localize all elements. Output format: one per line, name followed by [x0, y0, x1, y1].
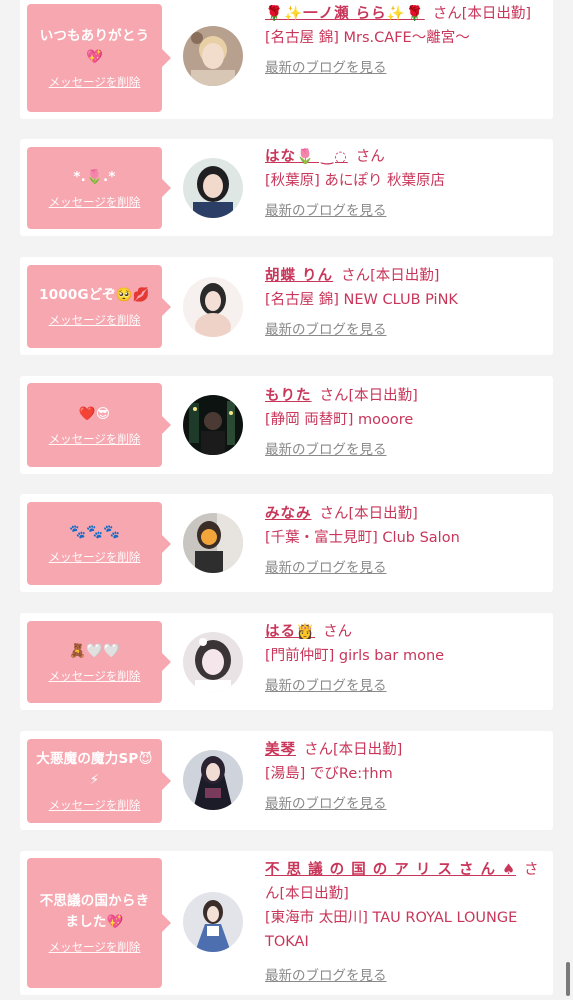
message-text: 不思議の国からきました💖 [39, 893, 150, 930]
cast-info: はな🌷 ‿◌ さん [秋葉原] あにぽり 秋葉原店 最新のブログを見る [265, 145, 550, 223]
delete-message-link[interactable]: メッセージを削除 [49, 194, 141, 210]
latest-blog-link[interactable]: 最新のブログを見る [265, 318, 550, 342]
shop-name: [湯島] でびRe:†hm [265, 766, 393, 782]
san-label: さん [304, 742, 333, 758]
message-text: 1000Gどぞ🥺💋 [39, 287, 150, 303]
avatar[interactable] [183, 277, 243, 337]
status-label: [本日出勤] [348, 506, 418, 522]
cast-info: 🌹✨一ノ瀬 らら✨🌹 さん[本日出勤] [名古屋 錦] Mrs.CAFE〜離宮〜 … [265, 2, 550, 80]
san-label: さん [323, 624, 353, 640]
avatar[interactable] [183, 892, 243, 952]
message-card: 不思議の国からきました💖 メッセージを削除 不 思 議 の 国 の ア リ ス … [20, 851, 553, 995]
latest-blog-link[interactable]: 最新のブログを見る [265, 199, 550, 223]
message-card: いつもありがとう💖 メッセージを削除 🌹✨一ノ瀬 らら✨🌹 さん[本日出勤] [名… [20, 0, 553, 119]
cast-name-link[interactable]: はな🌷 ‿◌ [265, 149, 348, 165]
avatar-photo-icon [183, 632, 243, 692]
status-label: [本日出勤] [279, 886, 349, 902]
avatar[interactable] [183, 513, 243, 573]
shop-name: [名古屋 錦] NEW CLUB PiNK [265, 292, 458, 308]
message-bubble: 大悪魔の魔力SP😈⚡ メッセージを削除 [27, 739, 171, 823]
delete-message-link[interactable]: メッセージを削除 [49, 797, 141, 813]
avatar-photo-icon [183, 892, 243, 952]
avatar[interactable] [183, 26, 243, 86]
shop-name: [東海市 太田川] TAU ROYAL LOUNGE TOKAI [265, 910, 518, 950]
message-bubble: ❤️😎 メッセージを削除 [27, 383, 171, 467]
san-label: さん [319, 388, 349, 404]
message-bubble: 不思議の国からきました💖 メッセージを削除 [27, 858, 171, 988]
message-text: 🧸🤍🤍 [68, 642, 121, 659]
message-card: ❤️😎 メッセージを削除 もりた さん[本日出勤] [静岡 両替町] mooore… [20, 376, 553, 474]
cast-name-link[interactable]: 胡蝶 りん [265, 268, 333, 284]
shop-name: [千葉・富士見町] Club Salon [265, 530, 460, 546]
san-label: さん [319, 506, 349, 522]
latest-blog-link[interactable]: 最新のブログを見る [265, 438, 550, 462]
cast-info: 不 思 議 の 国 の ア リ ス さ ん ♠ さん[本日出勤] [東海市 太田川… [265, 858, 550, 988]
shop-name: [静岡 両替町] mooore [265, 412, 414, 428]
avatar[interactable] [183, 632, 243, 692]
delete-message-link[interactable]: メッセージを削除 [49, 431, 141, 447]
message-card: 1000Gどぞ🥺💋 メッセージを削除 胡蝶 りん さん[本日出勤] [名古屋 錦]… [20, 257, 553, 355]
avatar-photo-icon [183, 395, 243, 455]
cast-info: もりた さん[本日出勤] [静岡 両替町] mooore 最新のブログを見る [265, 384, 550, 462]
cast-name-link[interactable]: 美琴 [265, 742, 296, 758]
status-label: [本日出勤] [348, 388, 418, 404]
latest-blog-link[interactable]: 最新のブログを見る [265, 56, 550, 80]
cast-name-link[interactable]: みなみ [265, 506, 312, 522]
avatar[interactable] [183, 395, 243, 455]
avatar[interactable] [183, 158, 243, 218]
message-bubble: いつもありがとう💖 メッセージを削除 [27, 4, 171, 112]
message-card: 🧸🤍🤍 メッセージを削除 はる👸 さん [門前仲町] girls bar mone… [20, 613, 553, 710]
message-text: 🐾🐾🐾 [68, 524, 121, 540]
cast-name-link[interactable]: もりた [265, 388, 312, 404]
san-label: さん [355, 149, 385, 165]
shop-name: [門前仲町] girls bar mone [265, 648, 445, 664]
avatar-photo-icon [183, 277, 243, 337]
latest-blog-link[interactable]: 最新のブログを見る [265, 674, 550, 698]
latest-blog-link[interactable]: 最新のブログを見る [265, 556, 550, 580]
message-text: *.🌷.* [73, 168, 116, 185]
message-card: 🐾🐾🐾 メッセージを削除 みなみ さん[本日出勤] [千葉・富士見町] Club … [20, 494, 553, 592]
cast-name-link[interactable]: はる👸 [265, 624, 315, 640]
message-bubble: 🧸🤍🤍 メッセージを削除 [27, 621, 171, 703]
scrollbar[interactable] [566, 962, 570, 996]
delete-message-link[interactable]: メッセージを削除 [49, 668, 141, 684]
message-text: ❤️😎 [78, 405, 111, 422]
delete-message-link[interactable]: メッセージを削除 [49, 312, 141, 328]
shop-name: [名古屋 錦] Mrs.CAFE〜離宮〜 [265, 30, 470, 46]
san-label: さん [432, 6, 462, 22]
avatar-photo-icon [183, 750, 243, 810]
latest-blog-link[interactable]: 最新のブログを見る [265, 964, 550, 988]
message-card: 大悪魔の魔力SP😈⚡ メッセージを削除 美琴 さん[本日出勤] [湯島] でびRe… [20, 731, 553, 830]
latest-blog-link[interactable]: 最新のブログを見る [265, 792, 550, 816]
status-label: [本日出勤] [333, 742, 403, 758]
cast-info: みなみ さん[本日出勤] [千葉・富士見町] Club Salon 最新のブログを… [265, 502, 550, 580]
message-text: 大悪魔の魔力SP😈⚡ [36, 751, 153, 788]
delete-message-link[interactable]: メッセージを削除 [49, 74, 141, 90]
message-text: いつもありがとう💖 [39, 28, 150, 65]
avatar[interactable] [183, 750, 243, 810]
cast-info: 胡蝶 りん さん[本日出勤] [名古屋 錦] NEW CLUB PiNK 最新のブ… [265, 264, 550, 342]
cast-info: 美琴 さん[本日出勤] [湯島] でびRe:†hm 最新のブログを見る [265, 738, 550, 816]
message-bubble: 1000Gどぞ🥺💋 メッセージを削除 [27, 265, 171, 348]
shop-name: [秋葉原] あにぽり 秋葉原店 [265, 173, 446, 189]
avatar-photo-icon [183, 513, 243, 573]
message-bubble: *.🌷.* メッセージを削除 [27, 147, 171, 229]
status-label: [本日出勤] [461, 6, 532, 22]
message-bubble: 🐾🐾🐾 メッセージを削除 [27, 502, 171, 585]
delete-message-link[interactable]: メッセージを削除 [49, 939, 141, 955]
avatar-photo-icon [183, 26, 243, 86]
avatar-photo-icon [183, 158, 243, 218]
status-label: [本日出勤] [370, 268, 440, 284]
delete-message-link[interactable]: メッセージを削除 [49, 549, 141, 565]
san-label: さん [341, 268, 371, 284]
message-card: *.🌷.* メッセージを削除 はな🌷 ‿◌ さん [秋葉原] あにぽり 秋葉原店 … [20, 139, 553, 236]
cast-name-link[interactable]: 不 思 議 の 国 の ア リ ス さ ん ♠ [265, 862, 516, 878]
cast-info: はる👸 さん [門前仲町] girls bar mone 最新のブログを見る [265, 620, 550, 698]
cast-name-link[interactable]: 🌹✨一ノ瀬 らら✨🌹 [265, 6, 425, 22]
